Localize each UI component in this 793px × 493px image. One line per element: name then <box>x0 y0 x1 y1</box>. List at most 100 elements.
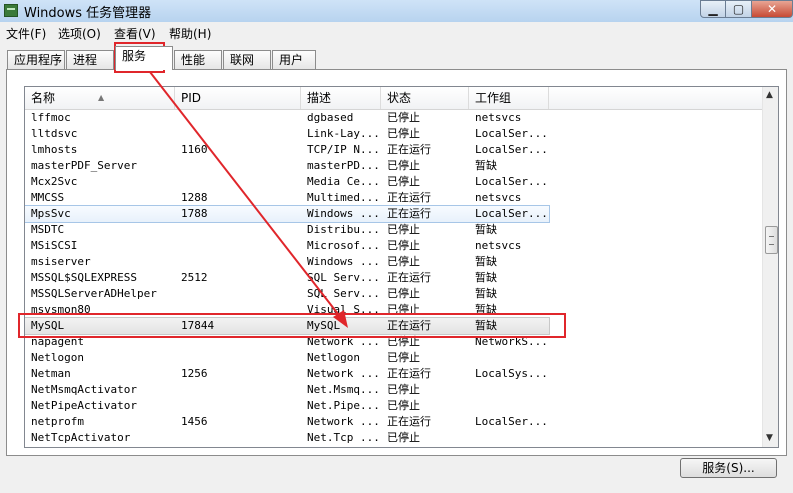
table-row[interactable]: Mcx2Svc Media Ce... 已停止 LocalSer... <box>25 174 549 190</box>
window-title: Windows 任务管理器 <box>24 6 152 21</box>
cell-desc: Network ... <box>307 415 380 428</box>
menu-view[interactable]: 查看(V) <box>114 25 156 42</box>
table-row[interactable]: lffmoc dgbased 已停止 netsvcs <box>25 110 549 126</box>
table-row[interactable]: lmhosts 1160 TCP/IP N... 正在运行 LocalSer... <box>25 142 549 158</box>
menu-bar: 文件(F) 选项(O) 查看(V) 帮助(H) <box>0 22 793 42</box>
cell-name: napagent <box>31 335 84 348</box>
cell-group: netsvcs <box>475 239 522 252</box>
table-row[interactable]: msvsmon80 Visual S... 已停止 暂缺 <box>25 302 549 318</box>
table-row[interactable]: Netlogon Netlogon 已停止 <box>25 350 549 366</box>
menu-file[interactable]: 文件(F) <box>6 25 46 42</box>
cell-name: lltdsvc <box>31 127 78 140</box>
cell-status: 已停止 <box>387 383 420 396</box>
list-header: 名称 ▲ PID 描述 状态 工作组 <box>25 87 762 110</box>
table-row[interactable]: MSSQL$SQLEXPRESS 2512 SQL Serv... 正在运行 暂缺 <box>25 270 549 286</box>
cell-status: 已停止 <box>387 159 420 172</box>
cell-desc: Windows ... <box>307 207 380 220</box>
table-row[interactable]: MSSQLServerADHelper SQL Serv... 已停止 暂缺 <box>25 286 549 302</box>
cell-status: 正在运行 <box>387 367 431 380</box>
menu-options[interactable]: 选项(O) <box>58 25 101 42</box>
minimize-button[interactable]: ▁ <box>700 0 726 18</box>
cell-name: MSSQLServerADHelper <box>31 287 157 300</box>
cell-name: MMCSS <box>31 191 65 204</box>
close-button[interactable]: ✕ <box>751 0 793 18</box>
table-row[interactable]: NetTcpActivator Net.Tcp ... 已停止 <box>25 430 549 446</box>
cell-name: MSSQL$SQLEXPRESS <box>31 271 137 284</box>
cell-pid: 17844 <box>181 319 215 332</box>
cell-name: NetMsmqActivator <box>31 383 137 396</box>
cell-group: NetworkS... <box>475 335 548 348</box>
cell-status: 已停止 <box>387 399 420 412</box>
table-row[interactable]: MSiSCSI Microsof... 已停止 netsvcs <box>25 238 549 254</box>
table-row[interactable]: msiserver Windows ... 已停止 暂缺 <box>25 254 549 270</box>
cell-name: msvsmon80 <box>31 303 91 316</box>
cell-status: 已停止 <box>387 351 420 364</box>
table-row[interactable]: Netman 1256 Network ... 正在运行 LocalSys... <box>25 366 549 382</box>
table-row[interactable]: MySQL 17844 MySQL 正在运行 暂缺 <box>25 317 550 335</box>
cell-desc: SQL Serv... <box>307 271 380 284</box>
cell-desc: TCP/IP N... <box>307 143 380 156</box>
tab-applications[interactable]: 应用程序 <box>7 50 65 69</box>
cell-name: NetPipeActivator <box>31 399 137 412</box>
cell-desc: Windows ... <box>307 255 380 268</box>
services-list[interactable]: 名称 ▲ PID 描述 状态 工作组 lffmoc dgbased 已停止 netsv… <box>24 86 779 448</box>
scrollbar-thumb[interactable] <box>765 226 778 254</box>
tab-users[interactable]: 用户 <box>272 50 316 69</box>
table-row[interactable]: napagent Network ... 已停止 NetworkS... <box>25 334 549 350</box>
cell-group: LocalSer... <box>475 207 548 220</box>
table-row[interactable]: lltdsvc Link-Lay... 已停止 LocalSer... <box>25 126 549 142</box>
tab-processes[interactable]: 进程 <box>66 50 114 69</box>
cell-status: 已停止 <box>387 303 420 316</box>
cell-desc: Microsof... <box>307 239 380 252</box>
column-header-status[interactable]: 状态 <box>381 87 469 109</box>
cell-status: 已停止 <box>387 335 420 348</box>
table-row[interactable]: NetMsmqActivator Net.Msmq... 已停止 <box>25 382 549 398</box>
cell-status: 已停止 <box>387 175 420 188</box>
cell-group: netsvcs <box>475 111 522 124</box>
maximize-button[interactable]: ▢ <box>725 0 752 18</box>
column-header-name[interactable]: 名称 ▲ <box>25 87 175 109</box>
column-header-group[interactable]: 工作组 <box>469 87 549 109</box>
table-row[interactable]: masterPDF_Server masterPD... 已停止 暂缺 <box>25 158 549 174</box>
cell-group: netsvcs <box>475 191 522 204</box>
cell-name: Mcx2Svc <box>31 175 78 188</box>
cell-group: 暂缺 <box>475 255 497 268</box>
table-row[interactable]: netprofm 1456 Network ... 正在运行 LocalSer... <box>25 414 549 430</box>
cell-desc: Net.Pipe... <box>307 399 380 412</box>
cell-desc: Network ... <box>307 335 380 348</box>
table-row[interactable]: MpsSvc 1788 Windows ... 正在运行 LocalSer... <box>25 205 550 223</box>
cell-name: masterPDF_Server <box>31 159 137 172</box>
cell-desc: Link-Lay... <box>307 127 380 140</box>
scroll-up-icon[interactable]: ▲ <box>766 90 773 100</box>
cell-name: lmhosts <box>31 143 78 156</box>
tab-services[interactable]: 服务 <box>115 46 173 70</box>
services-button[interactable]: 服务(S)... <box>680 458 777 478</box>
table-row[interactable]: MSDTC Distribu... 已停止 暂缺 <box>25 222 549 238</box>
task-manager-icon <box>4 4 18 17</box>
scroll-down-icon[interactable]: ▼ <box>766 433 773 443</box>
cell-status: 正在运行 <box>387 207 431 220</box>
cell-name: msiserver <box>31 255 91 268</box>
cell-status: 已停止 <box>387 431 420 444</box>
cell-desc: Media Ce... <box>307 175 380 188</box>
cell-name: MSDTC <box>31 223 65 236</box>
vertical-scrollbar[interactable]: ▲ ▼ <box>762 87 778 447</box>
table-row[interactable]: NetPipeActivator Net.Pipe... 已停止 <box>25 398 549 414</box>
cell-desc: Distribu... <box>307 223 380 236</box>
cell-status: 正在运行 <box>387 271 431 284</box>
tab-performance[interactable]: 性能 <box>174 50 222 69</box>
column-header-description[interactable]: 描述 <box>301 87 381 109</box>
cell-pid: 1288 <box>181 191 208 204</box>
tab-networking[interactable]: 联网 <box>223 50 271 69</box>
cell-pid: 1456 <box>181 415 208 428</box>
cell-desc: Multimed... <box>307 191 380 204</box>
menu-help[interactable]: 帮助(H) <box>169 25 211 42</box>
cell-pid: 2512 <box>181 271 208 284</box>
table-row[interactable]: MMCSS 1288 Multimed... 正在运行 netsvcs <box>25 190 549 206</box>
cell-desc: MySQL <box>307 319 341 332</box>
column-header-pid[interactable]: PID <box>175 87 301 109</box>
cell-name: NetTcpActivator <box>31 431 131 444</box>
cell-pid: 1256 <box>181 367 208 380</box>
cell-name: lffmoc <box>31 111 71 124</box>
column-name-label: 名称 <box>31 91 56 105</box>
